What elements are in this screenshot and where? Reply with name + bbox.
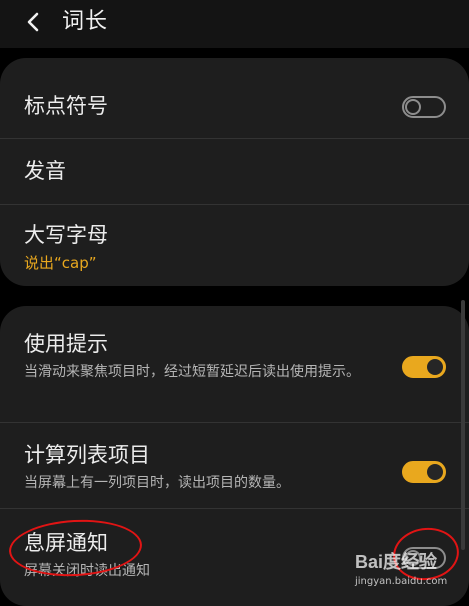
settings-card-1: 标点符号 发音 大写字母 说出“cap” — [0, 58, 469, 286]
setting-subtitle: 说出“cap” — [24, 254, 97, 272]
setting-label: 使用提示 — [24, 332, 108, 356]
setting-label: 大写字母 — [24, 223, 108, 247]
watermark-url: jingyan.baidu.com — [355, 576, 448, 587]
watermark-logo: Bai度经验 — [355, 552, 438, 572]
setting-item-capital-letters[interactable]: 大写字母 说出“cap” — [0, 205, 469, 283]
punctuation-toggle[interactable] — [402, 96, 446, 118]
app-header: 词长 — [0, 0, 469, 48]
chevron-left-icon[interactable] — [22, 10, 46, 34]
toggle-knob — [427, 359, 443, 375]
page-title: 词长 — [62, 9, 109, 34]
toggle-knob — [427, 464, 443, 480]
setting-item-usage-hints[interactable]: 使用提示 当滑动来聚焦项目时，经过短暂延迟后读出使用提示。 — [0, 320, 469, 420]
setting-label: 计算列表项目 — [24, 443, 150, 467]
setting-item-count-list-items[interactable]: 计算列表项目 当屏幕上有一列项目时，读出项目的数量。 — [0, 423, 469, 507]
count-list-items-toggle[interactable] — [402, 461, 446, 483]
setting-subtitle: 当屏幕上有一列项目时，读出项目的数量。 — [24, 475, 290, 491]
setting-item-punctuation[interactable]: 标点符号 — [0, 72, 469, 134]
usage-hints-toggle[interactable] — [402, 356, 446, 378]
scrollbar[interactable] — [461, 300, 465, 550]
toggle-knob — [405, 99, 421, 115]
setting-subtitle: 当滑动来聚焦项目时，经过短暂延迟后读出使用提示。 — [24, 364, 360, 380]
setting-item-pronunciation[interactable]: 发音 — [0, 139, 469, 203]
setting-label: 标点符号 — [24, 94, 108, 118]
setting-label: 发音 — [24, 159, 66, 183]
